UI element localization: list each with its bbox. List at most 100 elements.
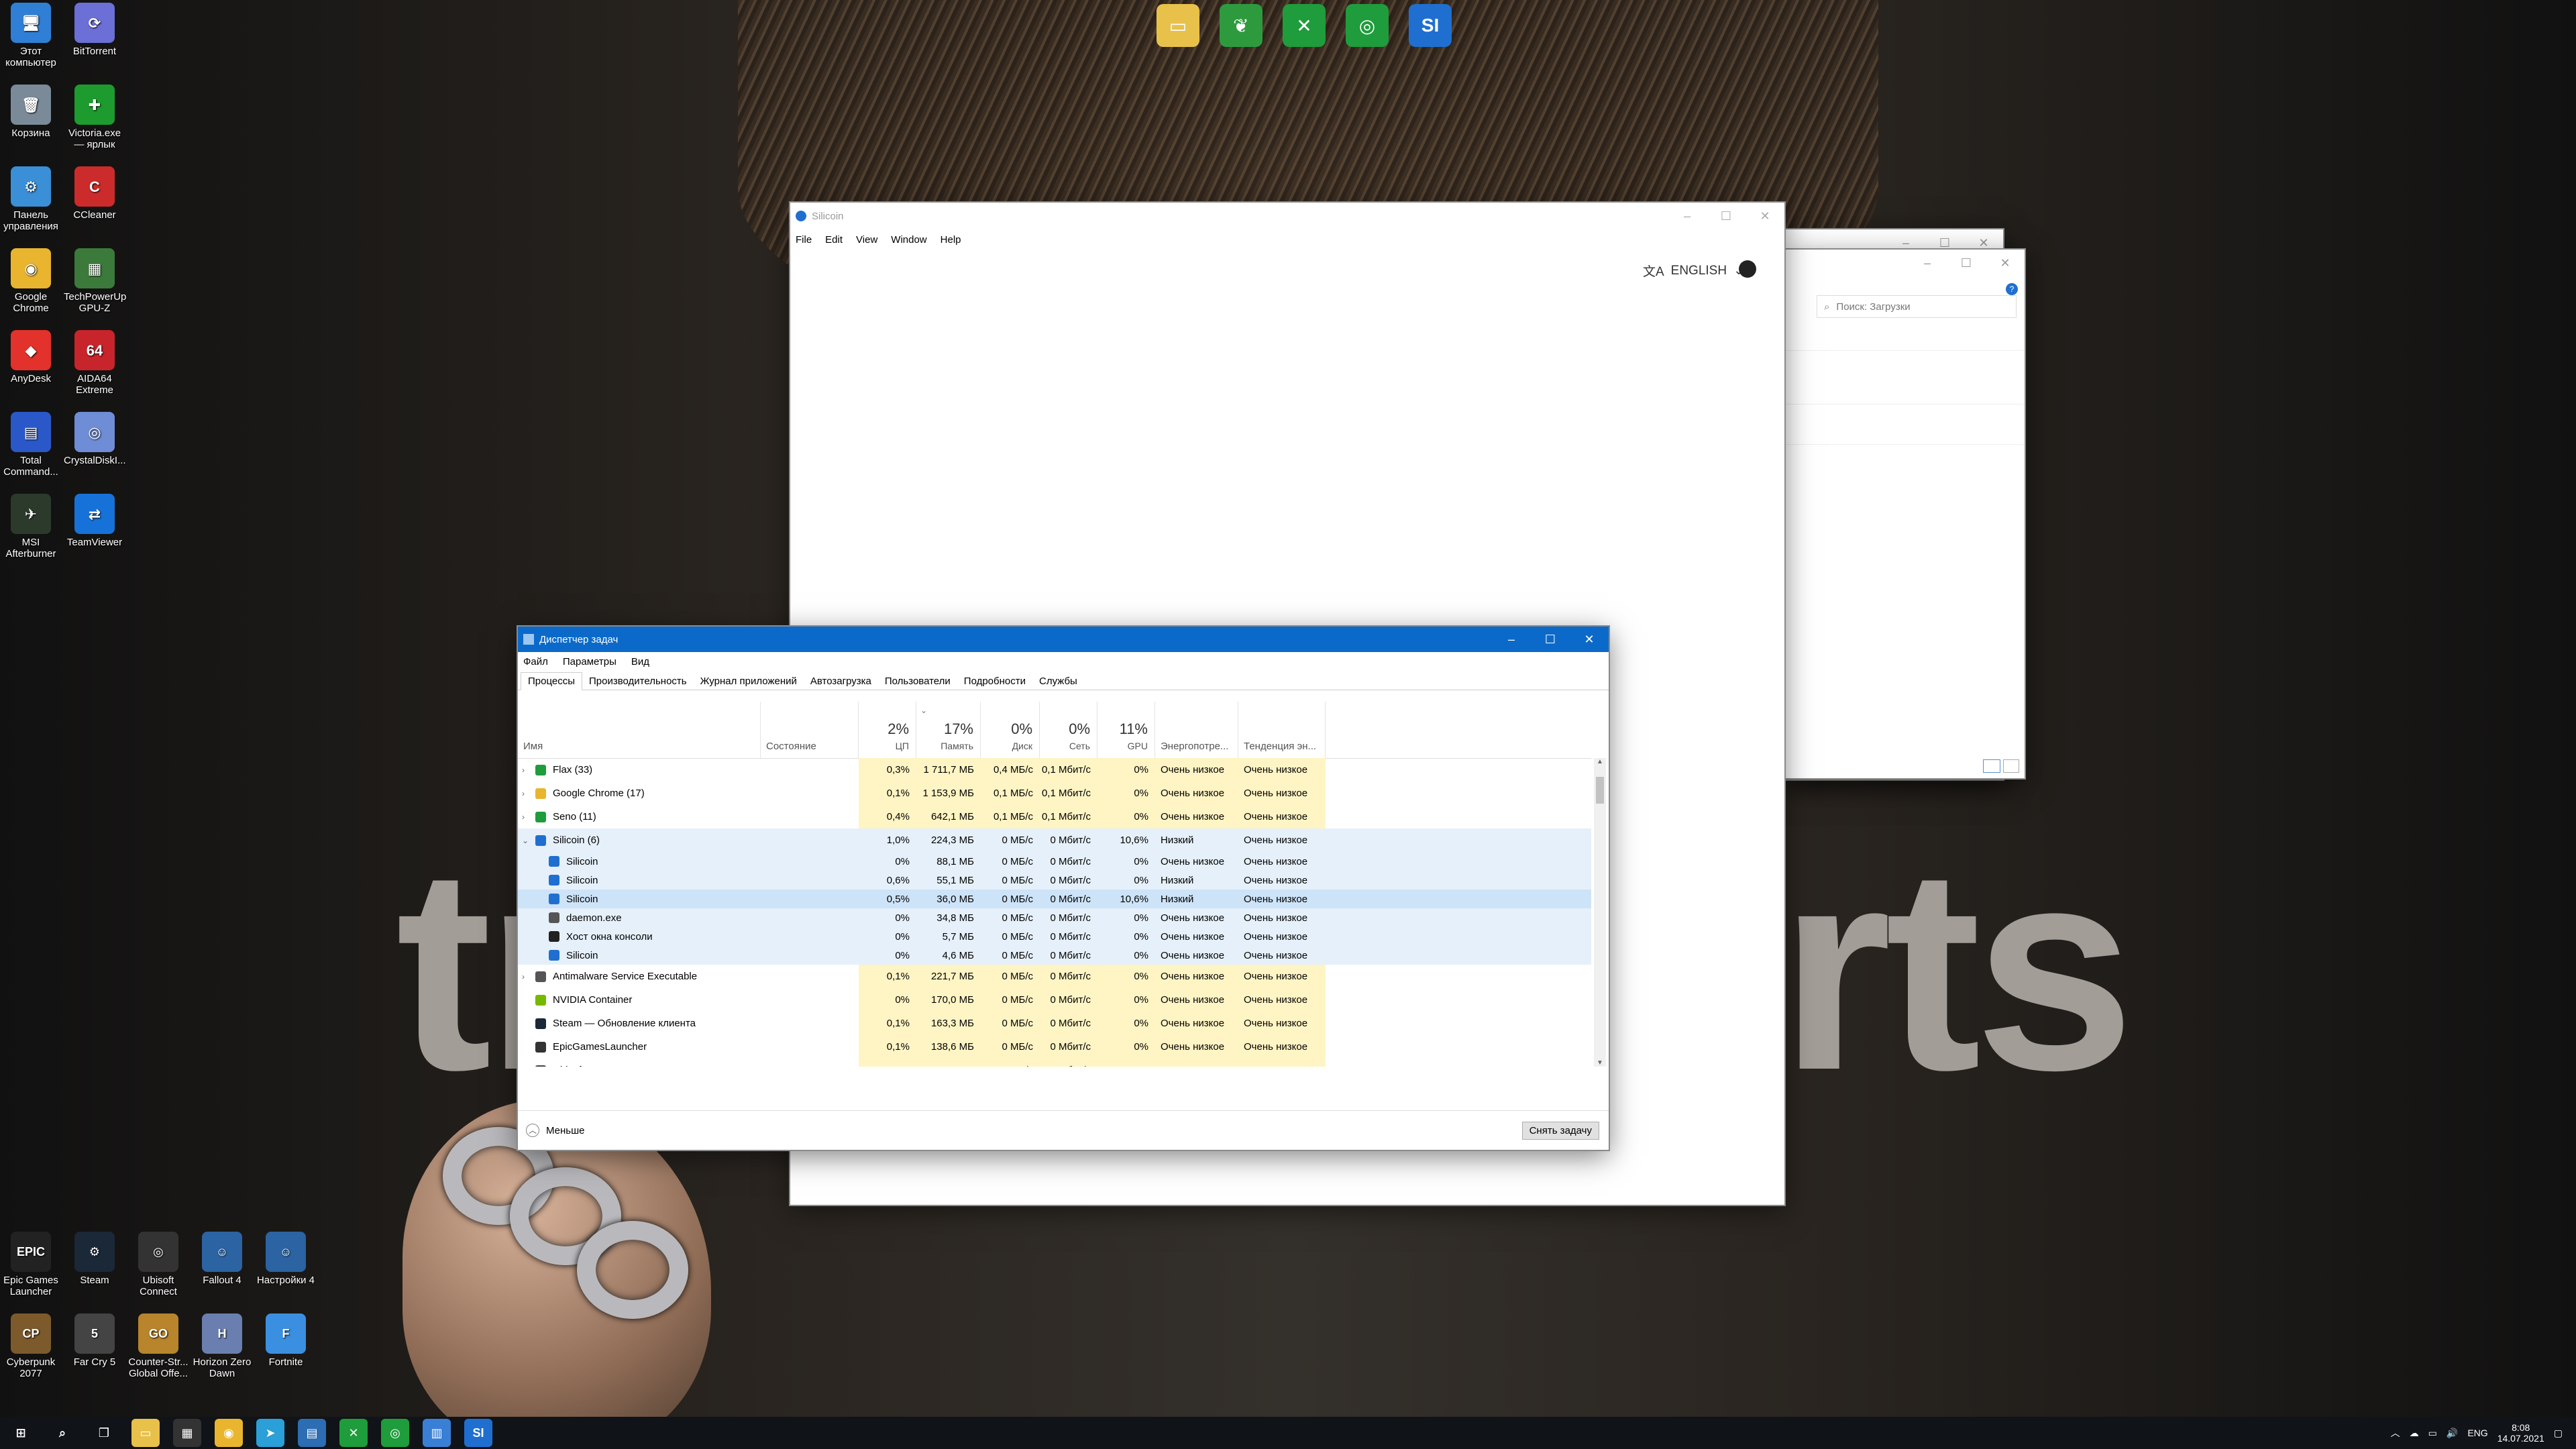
chrome-icon[interactable]: ◉ (215, 1419, 243, 1447)
fewer-details-button[interactable]: ︿ Меньше (526, 1124, 584, 1137)
column-power[interactable]: Энергопотре... (1155, 702, 1238, 758)
menu-item[interactable]: Вид (631, 656, 649, 667)
silicoin-icon[interactable]: SI (464, 1419, 492, 1447)
menu-item-view[interactable]: View (856, 234, 877, 246)
table-row[interactable]: Silicoin 0% 88,1 МБ 0 МБ/с 0 Мбит/с 0% Очень н… (518, 852, 1591, 871)
desktop-icon[interactable]: ◉ Google Chrome (0, 248, 62, 314)
table-row[interactable]: NVIDIA Container 0% 170,0 МБ 0 МБ/с 0 Мбит/с… (518, 988, 1591, 1012)
maximize-icon[interactable]: ☐ (1947, 250, 1986, 276)
tab[interactable]: Службы (1032, 673, 1084, 690)
column-disk[interactable]: 0% Диск (981, 702, 1040, 758)
desktop-icon[interactable]: ◎ Ubisoft Connect (127, 1232, 189, 1297)
table-row[interactable]: Silicoin 0,5% 36,0 МБ 0 МБ/с 0 Мбит/с 10,6% Ни… (518, 890, 1591, 908)
column-cpu[interactable]: 2% ЦП (859, 702, 916, 758)
table-row[interactable]: EpicGamesLauncher 0,1% 138,6 МБ 0 МБ/с 0 Мби… (518, 1035, 1591, 1059)
menu-item[interactable]: Файл (523, 656, 548, 667)
desktop-icon[interactable]: EPIC Epic Games Launcher (0, 1232, 62, 1297)
menu-item-edit[interactable]: Edit (825, 234, 843, 246)
process-list-scrollbar[interactable]: ▲ ▼ (1594, 758, 1606, 1067)
column-gpu[interactable]: 11% GPU (1097, 702, 1155, 758)
file-explorer-icon[interactable]: ▭ (131, 1419, 160, 1447)
language-selector[interactable]: 文A ENGLISH ⌄ (1643, 262, 1744, 280)
table-row[interactable]: › Antimalware Service Executable 0,1% 221,7… (518, 965, 1591, 988)
menu-item-file[interactable]: File (796, 234, 812, 246)
desktop-icon[interactable]: ◆ AnyDesk (0, 330, 62, 384)
clock[interactable]: 8:08 14.07.2021 (2498, 1422, 2544, 1444)
task-manager-icon[interactable]: ▤ (298, 1419, 326, 1447)
scrollbar-thumb[interactable] (1596, 777, 1604, 804)
table-row[interactable]: › Flax (33) 0,3% 1 711,7 МБ 0,4 МБ/с 0,1 Мбит… (518, 758, 1591, 782)
minimize-icon[interactable]: – (1492, 626, 1531, 653)
table-row[interactable]: ⌄ Silicoin (6) 1,0% 224,3 МБ 0 МБ/с 0 Мбит/с 1… (518, 828, 1591, 852)
folder-icon[interactable]: ▭ (1157, 4, 1199, 47)
search-icon[interactable]: ⌕ (48, 1419, 76, 1447)
notifications-icon[interactable]: ▢ (2554, 1428, 2563, 1439)
table-row[interactable]: Ubisoft Connect0%133,3 МБ0 МБ/с0 Мбит/с0… (518, 1059, 1591, 1067)
theme-toggle-icon[interactable] (1739, 260, 1756, 278)
chevron-right-icon[interactable]: › (522, 812, 525, 822)
desktop-icon[interactable]: F Fortnite (255, 1313, 317, 1368)
close-icon[interactable]: ✕ (1986, 250, 2025, 276)
desktop-icon[interactable]: CP Cyberpunk 2077 (0, 1313, 62, 1379)
start-icon[interactable]: ⊞ (7, 1419, 35, 1447)
column-status[interactable]: Состояние (761, 702, 859, 758)
table-row[interactable]: Silicoin 0% 4,6 МБ 0 МБ/с 0 Мбит/с 0% Очень ни… (518, 946, 1591, 965)
calculator-icon[interactable]: ▦ (173, 1419, 201, 1447)
tab[interactable]: Подробности (957, 673, 1032, 690)
flax-icon[interactable]: ✕ (1283, 4, 1326, 47)
column-name[interactable]: Имя (518, 702, 761, 758)
table-row[interactable]: › Google Chrome (17) 0,1% 1 153,9 МБ 0,1 МБ/… (518, 782, 1591, 805)
desktop-icon[interactable]: ✚ Victoria.exe — ярлык (64, 85, 125, 150)
seno-icon[interactable]: ◎ (1346, 4, 1389, 47)
minimize-icon[interactable]: – (1908, 250, 1947, 276)
column-network[interactable]: 0% Сеть (1040, 702, 1097, 758)
table-row[interactable]: daemon.exe 0% 34,8 МБ 0 МБ/с 0 Мбит/с 0% Очень… (518, 908, 1591, 927)
table-row[interactable]: Хост окна консоли 0% 5,7 МБ 0 МБ/с 0 Мбит/с 0… (518, 927, 1591, 946)
chevron-right-icon[interactable]: › (522, 972, 525, 981)
desktop-icon[interactable]: ☺ Настройки 4 (255, 1232, 317, 1286)
menu-item-help[interactable]: Help (941, 234, 961, 246)
telegram-icon[interactable]: ➤ (256, 1419, 284, 1447)
desktop-icon[interactable]: ◎ CrystalDiskI... (64, 412, 126, 466)
desktop-icon[interactable]: H Horizon Zero Dawn (191, 1313, 253, 1379)
close-icon[interactable]: ✕ (1746, 203, 1784, 229)
tiles-view-icon[interactable] (2003, 759, 2019, 773)
leaf-app-icon[interactable]: ❦ (1220, 4, 1263, 47)
tab[interactable]: Журнал приложений (694, 673, 804, 690)
desktop-icon[interactable]: 🗑 Корзина (0, 85, 62, 139)
desktop-icon[interactable]: ⚙ Панель управления (0, 166, 62, 232)
table-row[interactable]: Steam — Обновление клиента 0,1% 163,3 МБ 0 … (518, 1012, 1591, 1035)
scroll-up-icon[interactable]: ▲ (1594, 758, 1606, 765)
chevron-down-icon[interactable]: ⌄ (522, 836, 529, 845)
desktop-icon[interactable]: ⟳ BitTorrent (64, 3, 125, 57)
task-manager-window[interactable]: Диспетчер задач – ☐ ✕ Файл Параметры Вид П… (518, 627, 1609, 1150)
tab[interactable]: Пользователи (878, 673, 957, 690)
flax-icon[interactable]: ✕ (339, 1419, 368, 1447)
maximize-icon[interactable]: ☐ (1707, 203, 1746, 229)
desktop-icon[interactable]: ✈ MSI Afterburner (0, 494, 62, 559)
scroll-down-icon[interactable]: ▼ (1594, 1059, 1606, 1067)
network-icon[interactable]: ▭ (2428, 1428, 2437, 1439)
minimize-icon[interactable]: – (1668, 203, 1707, 229)
column-memory[interactable]: ⌄ 17% Память (916, 702, 981, 758)
notepad-icon[interactable]: ▥ (423, 1419, 451, 1447)
explorer-window[interactable]: – ☐ ✕ ⌕ Поиск: Загрузки ? (1786, 250, 2025, 778)
end-task-button[interactable]: Снять задачу (1521, 1121, 1599, 1140)
chevron-up-icon[interactable]: ︿ (2391, 1426, 2400, 1440)
details-view-icon[interactable] (1983, 759, 2000, 773)
column-power-trend[interactable]: Тенденция эн... (1238, 702, 1326, 758)
tab[interactable]: Автозагрузка (804, 673, 878, 690)
cloud-icon[interactable]: ☁ (2410, 1428, 2419, 1439)
desktop-icon[interactable]: GO Counter-Str... Global Offe... (127, 1313, 189, 1379)
close-icon[interactable]: ✕ (1570, 626, 1609, 653)
chevron-right-icon[interactable]: › (522, 765, 525, 775)
maximize-icon[interactable]: ☐ (1531, 626, 1570, 653)
silicoin-icon[interactable]: SI (1409, 4, 1452, 47)
desktop-icon[interactable]: 64 AIDA64 Extreme (64, 330, 125, 396)
volume-icon[interactable]: 🔊 (2447, 1428, 2458, 1439)
menu-item[interactable]: Параметры (563, 656, 616, 667)
tab[interactable]: Производительность (582, 673, 694, 690)
help-icon[interactable]: ? (2006, 283, 2018, 295)
table-row[interactable]: › Seno (11) 0,4% 642,1 МБ 0,1 МБ/с 0,1 Мбит/с… (518, 805, 1591, 828)
task-view-icon[interactable]: ❐ (90, 1419, 118, 1447)
